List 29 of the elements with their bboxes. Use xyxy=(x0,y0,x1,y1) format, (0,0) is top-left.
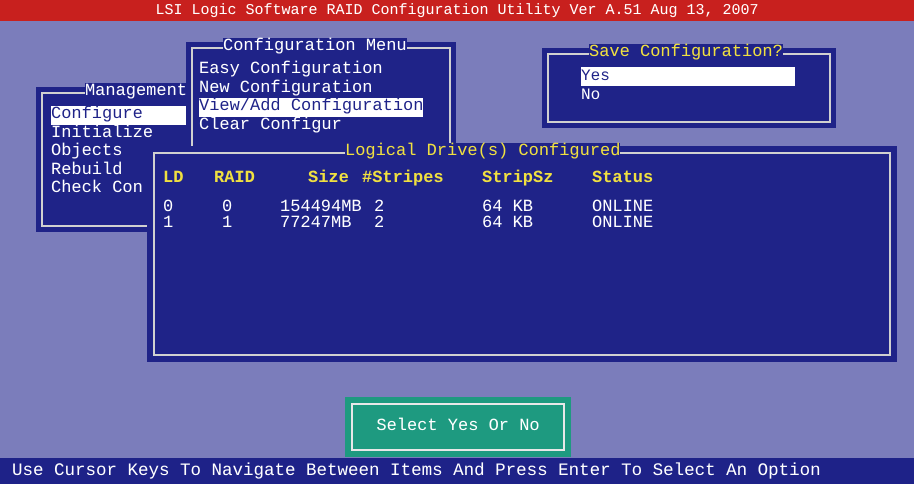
table-cell: 1 xyxy=(222,214,232,234)
menu-item[interactable]: Easy Configuration xyxy=(199,61,383,80)
column-header: LD xyxy=(163,169,184,188)
menu-item[interactable]: Check Con xyxy=(51,180,143,198)
panel-title: Logical Drive(s) Configured xyxy=(345,143,620,161)
status-bar: Use Cursor Keys To Navigate Between Items And Press Enter To Select An Option xyxy=(0,458,914,484)
column-header: #Stripes xyxy=(362,169,444,188)
menu-item[interactable]: Objects xyxy=(51,143,122,162)
table-cell: 1 xyxy=(163,214,174,234)
menu-item[interactable]: No xyxy=(581,86,795,104)
prompt-text: Select Yes Or No xyxy=(376,416,540,438)
table-cell: 77247MB xyxy=(280,214,352,234)
column-header: Status xyxy=(592,169,654,188)
menu-item[interactable]: View/Add Configuration xyxy=(199,98,424,116)
menu-item[interactable]: Initialize xyxy=(51,124,154,143)
panel-title: Management xyxy=(84,83,187,101)
column-header: StripSz xyxy=(482,169,554,188)
menu-item[interactable]: Yes xyxy=(581,67,795,86)
panel-title: Configuration Menu xyxy=(223,38,407,56)
table-cell: 64 KB xyxy=(482,214,534,234)
title-bar: LSI Logic Software RAID Configuration Utility Ver A.51 Aug 13, 2007 xyxy=(0,0,914,21)
column-header: RAID xyxy=(214,169,255,188)
column-header: Size xyxy=(308,169,349,188)
table-cell: ONLINE xyxy=(592,214,654,234)
menu-item[interactable]: New Configuration xyxy=(199,80,372,98)
table-cell: 2 xyxy=(374,214,384,234)
menu-item[interactable]: Clear Configur xyxy=(199,116,342,135)
dialog-title: Save Configuration? xyxy=(589,44,783,62)
menu-item[interactable]: Rebuild xyxy=(51,162,122,180)
